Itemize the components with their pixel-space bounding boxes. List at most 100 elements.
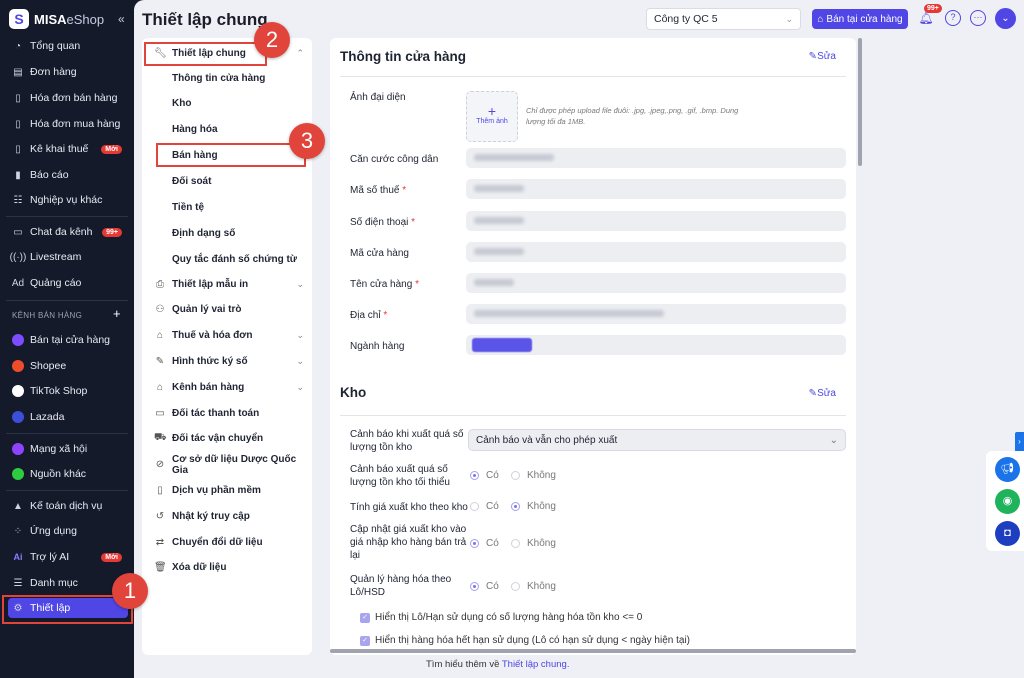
sidebar-item-tong-quan[interactable]: ◔ Tổng quan bbox=[12, 36, 130, 56]
megaphone-icon[interactable]: 📢︎ bbox=[995, 457, 1020, 482]
collapse-sidebar-button[interactable]: « bbox=[118, 12, 125, 26]
cap-nhat-gia-xuat-kho-vao-gia-nhap-kho-hang-ban-tra-lai-no-radio[interactable]: Không bbox=[511, 538, 556, 549]
sidebar-channel-mang-xa-hoi[interactable]: Mạng xã hội bbox=[12, 439, 130, 459]
stock-warning-select[interactable]: Cảnh báo và vẫn cho phép xuất ⌄ bbox=[468, 429, 846, 451]
ke-toan-dich-vu-icon: ▲ bbox=[13, 500, 23, 512]
tinh-gia-xuat-kho-theo-kho-label: Tính giá xuất kho theo kho bbox=[350, 502, 468, 513]
edit-store-info-button[interactable]: ✎Sửa bbox=[809, 51, 836, 62]
so-dien-thoai-field[interactable] bbox=[466, 211, 846, 231]
sidebar-item-ung-dung[interactable]: ⁘ Ứng dụng bbox=[12, 521, 130, 541]
chevron-down-icon: ⌄ bbox=[829, 434, 838, 446]
upload-image-button[interactable]: + Thêm ảnh bbox=[466, 91, 518, 142]
sidebar-item-quang-cao[interactable]: Ad Quảng cáo bbox=[12, 273, 130, 293]
nav-xoa-du-lieu[interactable]: 🗑 Xóa dữ liệu bbox=[142, 558, 312, 578]
divider bbox=[6, 433, 128, 434]
checkbox-2[interactable]: ✓ Hiển thị hàng hóa hết hạn sử dụng (Lô c… bbox=[360, 635, 690, 646]
nav-doi-tac-thanh-toan[interactable]: ▭ Đối tác thanh toán bbox=[142, 403, 312, 423]
nav-sub-kho[interactable]: Kho bbox=[142, 94, 312, 114]
chevron-down-icon: ⌄ bbox=[296, 330, 304, 341]
sidebar-channel-lazada[interactable]: Lazada bbox=[12, 407, 130, 427]
ten-cua-hang-label: Tên cửa hàng * bbox=[350, 279, 419, 290]
sidebar-channel-nguon-khac[interactable]: Nguồn khác bbox=[12, 464, 130, 484]
nav-sub-quy-tac-danh-so-chung-tu[interactable]: Quy tắc đánh số chứng từ bbox=[142, 249, 312, 269]
assistant-robot-icon[interactable]: ◘ bbox=[995, 521, 1020, 546]
nav-sub-tien-te[interactable]: Tiền tệ bbox=[142, 198, 312, 218]
quan-ly-hang-hoa-theo-lo-hsd-no-radio[interactable]: Không bbox=[511, 581, 556, 592]
nav-nhat-ky-truy-cap[interactable]: ↺ Nhật ký truy cập bbox=[142, 506, 312, 526]
learn-more-link[interactable]: Thiết lập chung. bbox=[502, 659, 570, 670]
ma-cua-hang-field[interactable] bbox=[466, 242, 846, 262]
sidebar-item-hoa-don-mua-hang[interactable]: ▯ Hóa đơn mua hàng bbox=[12, 114, 130, 134]
sidebar-item-tro-ly-ai[interactable]: Ai Trợ lý AI Mới bbox=[12, 547, 130, 567]
section-label: KÊNH BÁN HÀNG bbox=[12, 311, 83, 320]
horizontal-scrollbar[interactable] bbox=[330, 649, 856, 653]
nav-hinh-thuc-ky-so[interactable]: ✎ Hình thức ký số ⌄ bbox=[142, 351, 312, 371]
ten-cua-hang-field[interactable] bbox=[466, 273, 846, 293]
nghiep-vu-khac-icon: ☷ bbox=[13, 194, 23, 206]
thiet-lap-mau-in-icon: ⎙ bbox=[156, 278, 164, 290]
sidebar-item-livestream[interactable]: ((·)) Livestream bbox=[10, 247, 130, 267]
sidebar-channel-shopee[interactable]: Shopee bbox=[12, 356, 130, 376]
edit-warehouse-button[interactable]: ✎Sửa bbox=[809, 388, 836, 399]
canh-bao-xuat-qua-so-luong-ton-kho-toi-thieu-no-radio[interactable]: Không bbox=[511, 470, 556, 481]
add-channel-button[interactable]: + bbox=[113, 306, 121, 321]
nav-sub-doi-soat[interactable]: Đối soát bbox=[142, 172, 312, 192]
company-select[interactable]: Công ty QC 5 ⌄ bbox=[646, 8, 801, 30]
sidebar-channel-tiktok-shop[interactable]: TikTok Shop bbox=[12, 381, 130, 401]
tiktok-shop-icon bbox=[12, 385, 24, 397]
nhat-ky-truy-cap-icon: ↺ bbox=[155, 510, 165, 522]
dich-vu-phan-mem-icon: ▯ bbox=[157, 484, 163, 496]
chat-bot-icon[interactable]: ◉ bbox=[995, 489, 1020, 514]
canh-bao-xuat-qua-so-luong-ton-kho-toi-thieu-yes-radio[interactable]: Có bbox=[470, 470, 499, 481]
upload-hint: Chỉ được phép upload file đuôi: .jpg, .j… bbox=[526, 106, 739, 126]
stock-warning-label: Cảnh báo khi xuất quá số lượng tồn kho bbox=[350, 429, 464, 453]
checkbox-1[interactable]: ✓ Hiển thị Lô/Hạn sử dụng có số lượng hàn… bbox=[360, 612, 642, 623]
ma-so-thue-field[interactable] bbox=[466, 179, 846, 199]
chevron-up-icon: ⌃ bbox=[296, 47, 304, 58]
chevron-down-icon: ⌄ bbox=[296, 278, 304, 289]
nav-quan-ly-vai-tro[interactable]: ⚇ Quản lý vai trò bbox=[142, 300, 312, 320]
mang-xa-hoi-icon bbox=[12, 443, 24, 455]
step-badge-3: 3 bbox=[289, 123, 325, 159]
nav-dich-vu-phan-mem[interactable]: ▯ Dịch vụ phần mềm bbox=[142, 480, 312, 500]
nganh-hang-field[interactable] bbox=[466, 335, 846, 355]
badge: Mới bbox=[101, 552, 122, 562]
ma-so-thue-label: Mã số thuế * bbox=[350, 185, 407, 196]
nav-thiet-lap-mau-in[interactable]: ⎙ Thiết lập mẫu in ⌄ bbox=[142, 274, 312, 294]
sidebar-channel-ban-tai-cua-hang[interactable]: Bán tại cửa hàng bbox=[12, 330, 130, 350]
sidebar-item-don-hang[interactable]: ▤ Đơn hàng bbox=[12, 62, 130, 82]
vertical-scrollbar[interactable] bbox=[858, 38, 862, 166]
can-cuoc-cong-dan-field[interactable] bbox=[466, 148, 846, 168]
quan-ly-hang-hoa-theo-lo-hsd-yes-radio[interactable]: Có bbox=[470, 581, 499, 592]
avatar[interactable]: ⌄ bbox=[995, 8, 1016, 29]
nav-kenh-ban-hang[interactable]: ⌂ Kênh bán hàng ⌄ bbox=[142, 377, 312, 397]
nav-doi-tac-van-chuyen[interactable]: ⛟ Đối tác vận chuyển bbox=[142, 429, 312, 449]
kenh-ban-hang-icon: ⌂ bbox=[156, 381, 164, 393]
nav-sub-dinh-dang-so[interactable]: Định dạng số bbox=[142, 223, 312, 243]
nav-sub-thong-tin-cua-hang[interactable]: Thông tin cửa hàng bbox=[142, 68, 312, 88]
sidebar-item-ke-toan-dich-vu[interactable]: ▲ Kế toán dịch vụ bbox=[12, 496, 130, 516]
sidebar-item-nghiep-vu-khac[interactable]: ☷ Nghiệp vụ khác bbox=[12, 190, 130, 210]
store-icon: ⌂ bbox=[817, 13, 824, 25]
store-sale-button[interactable]: ⌂ Bán tại cửa hàng bbox=[812, 9, 908, 29]
expand-panel-button[interactable]: › bbox=[1015, 432, 1024, 452]
logo[interactable]: S MISAeShop bbox=[9, 9, 104, 29]
bao-cao-icon: ▮ bbox=[15, 169, 21, 181]
nav-thue-va-hoa-don[interactable]: ⌂ Thuế và hóa đơn ⌄ bbox=[142, 326, 312, 346]
quan-ly-vai-tro-icon: ⚇ bbox=[155, 304, 165, 316]
dia-chi-field[interactable] bbox=[466, 304, 846, 324]
sidebar-item-hoa-don-ban-hang[interactable]: ▯ Hóa đơn bán hàng bbox=[12, 88, 130, 108]
tinh-gia-xuat-kho-theo-kho-yes-radio[interactable]: Có bbox=[470, 501, 499, 512]
tinh-gia-xuat-kho-theo-kho-no-radio[interactable]: Không bbox=[511, 501, 556, 512]
nav-chuyen-doi-du-lieu[interactable]: ⇄ Chuyển đổi dữ liệu bbox=[142, 532, 312, 552]
sidebar-item-bao-cao[interactable]: ▮ Báo cáo bbox=[12, 165, 130, 185]
cap-nhat-gia-xuat-kho-vao-gia-nhap-kho-hang-ban-tra-lai-yes-radio[interactable]: Có bbox=[470, 538, 499, 549]
more-icon[interactable]: ··· bbox=[970, 10, 986, 26]
sidebar-item-ke-khai-thue[interactable]: ▯ Kê khai thuế Mới bbox=[12, 139, 130, 159]
help-icon[interactable]: ? bbox=[945, 10, 961, 26]
sidebar-item-chat-da-kenh[interactable]: ▭ Chat đa kênh 99+ bbox=[12, 222, 130, 242]
nav-sub-hang-hoa[interactable]: Hàng hóa bbox=[142, 120, 312, 140]
nav-co-so-du-lieu-duoc-quoc-gia[interactable]: ⊘ Cơ sở dữ liệu Dược Quốc Gia bbox=[142, 454, 312, 476]
nguon-khac-icon bbox=[12, 468, 24, 480]
doi-tac-van-chuyen-icon: ⛟ bbox=[154, 432, 167, 444]
